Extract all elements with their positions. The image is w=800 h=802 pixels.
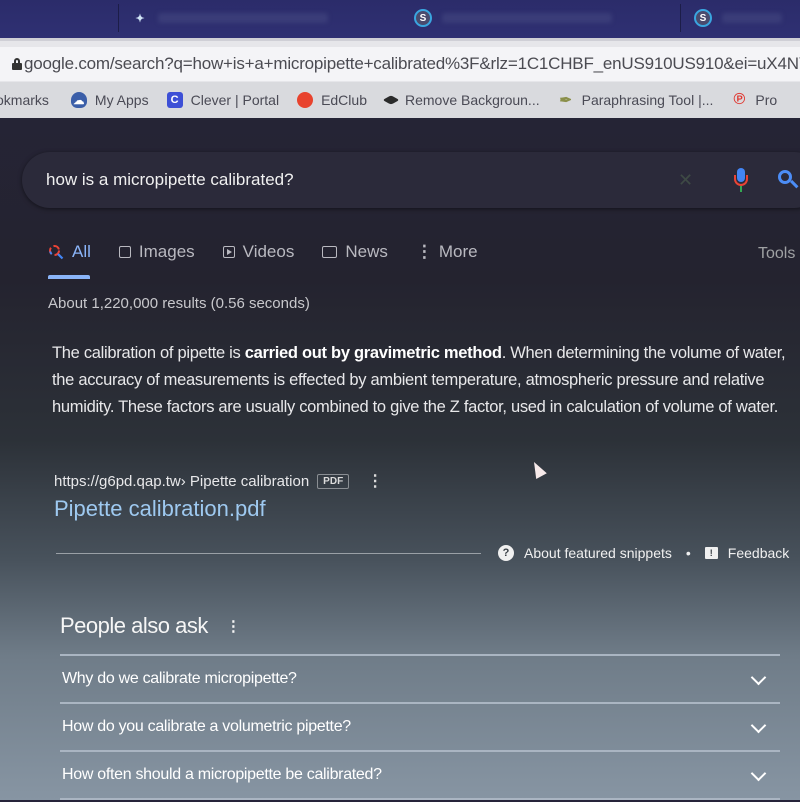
divider bbox=[56, 553, 481, 554]
tools-button[interactable]: Tools bbox=[758, 245, 795, 263]
tab-title-blurred bbox=[158, 13, 328, 23]
result-title-link[interactable]: Pipette calibration.pdf bbox=[54, 496, 266, 522]
tab-label: All bbox=[72, 242, 91, 261]
about-featured-snippets-link[interactable]: About featured snippets bbox=[524, 545, 672, 561]
cite-path: › Pipette calibration bbox=[180, 472, 310, 490]
schoology-icon: S bbox=[694, 9, 712, 27]
omnibox[interactable]: google.com/search?q=how+is+a+micropipett… bbox=[0, 47, 800, 81]
snippet-highlight: carried out by gravimetric method bbox=[244, 344, 502, 362]
tab-label: More bbox=[438, 242, 478, 261]
bookmark-remove-background[interactable]: Remove Backgroun... bbox=[382, 92, 540, 108]
paa-divider bbox=[60, 798, 780, 802]
pdf-badge: PDF bbox=[317, 473, 350, 489]
paa-question[interactable]: Why do we calibrate micropipette? bbox=[60, 654, 780, 702]
cloud-icon: ☁ bbox=[70, 92, 87, 108]
mouse-cursor-icon bbox=[528, 459, 547, 479]
paa-question[interactable]: How do you calibrate a volumetric pipett… bbox=[60, 702, 780, 750]
browser-tab[interactable]: ✦ bbox=[118, 0, 408, 36]
result-stats: About 1,220,000 results (0.56 seconds) bbox=[48, 295, 310, 312]
tab-title-blurred bbox=[722, 13, 782, 23]
paa-question-text: How often should a micropipette be calib… bbox=[62, 766, 382, 783]
bookmark-label: okmarks bbox=[0, 92, 49, 108]
more-options-icon[interactable]: ⋮ bbox=[226, 617, 241, 635]
paa-question-text: Why do we calibrate micropipette? bbox=[62, 670, 297, 687]
paa-question-text: How do you calibrate a volumetric pipett… bbox=[62, 718, 351, 735]
bookmark-label: Paraphrasing Tool |... bbox=[581, 92, 714, 108]
result-citation: https://g6pd.qap.tw › Pipette calibratio… bbox=[54, 471, 383, 491]
bookmark-my-apps[interactable]: ☁ My Apps bbox=[70, 92, 149, 108]
bookmark-label: Pro bbox=[755, 92, 778, 108]
address-bar: google.com/search?q=how+is+a+micropipett… bbox=[0, 38, 800, 83]
browser-tab[interactable]: S bbox=[400, 0, 680, 36]
tab-all[interactable]: All bbox=[48, 242, 91, 262]
schoology-icon: S bbox=[414, 9, 432, 27]
browser-tab-strip: ✦ S S bbox=[0, 0, 800, 38]
tab-separator bbox=[118, 4, 119, 32]
bookmark-label: EdClub bbox=[321, 92, 367, 108]
remove-bg-icon bbox=[382, 95, 400, 105]
url-text[interactable]: google.com/search?q=how+is+a+micropipett… bbox=[24, 54, 800, 74]
chrome-icon: ✦ bbox=[135, 12, 145, 25]
tab-videos[interactable]: Videos bbox=[222, 242, 295, 262]
tab-label: Videos bbox=[242, 242, 295, 261]
microphone-icon[interactable] bbox=[734, 168, 748, 194]
edclub-icon bbox=[297, 92, 314, 108]
pinterest-like-icon: ℗ bbox=[733, 91, 746, 108]
video-icon bbox=[222, 246, 235, 258]
bookmark-all-bookmarks[interactable]: okmarks bbox=[0, 92, 49, 108]
active-tab-indicator bbox=[48, 275, 90, 279]
tab-news[interactable]: News bbox=[322, 242, 388, 262]
search-icon bbox=[48, 244, 64, 260]
clever-icon: C bbox=[166, 92, 183, 108]
search-icon[interactable] bbox=[778, 170, 799, 190]
chevron-down-icon[interactable] bbox=[750, 765, 767, 781]
paa-title-text: People also ask bbox=[60, 613, 208, 638]
help-icon: ? bbox=[498, 545, 514, 561]
cite-url[interactable]: https://g6pd.qap.tw bbox=[54, 473, 181, 490]
tab-more[interactable]: ⋮ More bbox=[416, 242, 478, 262]
more-options-icon[interactable]: ⋮ bbox=[367, 471, 383, 491]
tab-title-blurred bbox=[442, 13, 612, 23]
bookmark-clever-portal[interactable]: C Clever | Portal bbox=[166, 92, 280, 108]
tab-label: Images bbox=[138, 242, 195, 261]
bookmark-label: My Apps bbox=[94, 92, 149, 108]
feedback-link[interactable]: Feedback bbox=[728, 545, 789, 561]
browser-tab[interactable]: S bbox=[680, 0, 800, 36]
bookmark-label: Clever | Portal bbox=[190, 92, 280, 108]
news-icon bbox=[322, 246, 338, 258]
tab-separator bbox=[680, 4, 681, 32]
separator-dot: • bbox=[685, 545, 691, 561]
bookmark-pro[interactable]: ℗ Pro bbox=[731, 91, 778, 108]
snippet-footer: ? About featured snippets • ! Feedback bbox=[498, 545, 789, 561]
bookmark-label: Remove Backgroun... bbox=[404, 92, 540, 108]
people-also-ask-list: Why do we calibrate micropipette? How do… bbox=[60, 654, 780, 802]
chevron-down-icon[interactable] bbox=[750, 669, 767, 685]
clear-icon[interactable]: ✕ bbox=[678, 170, 693, 191]
tab-images[interactable]: Images bbox=[118, 242, 195, 262]
bookmark-paraphrasing-tool[interactable]: ✒ Paraphrasing Tool |... bbox=[558, 92, 714, 109]
tab-label: News bbox=[345, 242, 388, 261]
bookmarks-bar: okmarks ☁ My Apps C Clever | Portal EdCl… bbox=[0, 82, 800, 118]
paa-question[interactable]: How often should a micropipette be calib… bbox=[60, 750, 780, 798]
image-icon bbox=[118, 246, 131, 258]
people-also-ask-heading: People also ask ⋮ bbox=[60, 613, 241, 639]
search-input[interactable]: how is a micropipette calibrated? bbox=[46, 170, 294, 190]
featured-snippet-text: The calibration of pipette is carried ou… bbox=[52, 340, 792, 421]
feedback-icon: ! bbox=[704, 547, 718, 559]
search-tabs: All Images Videos News ⋮ More bbox=[48, 242, 506, 262]
quill-icon: ✒ bbox=[559, 92, 572, 109]
snippet-text: The calibration of pipette is bbox=[52, 344, 245, 362]
more-vert-icon: ⋮ bbox=[415, 242, 433, 261]
bookmark-edclub[interactable]: EdClub bbox=[297, 92, 367, 108]
chevron-down-icon[interactable] bbox=[750, 717, 767, 733]
search-box[interactable]: how is a micropipette calibrated? ✕ bbox=[22, 152, 800, 208]
